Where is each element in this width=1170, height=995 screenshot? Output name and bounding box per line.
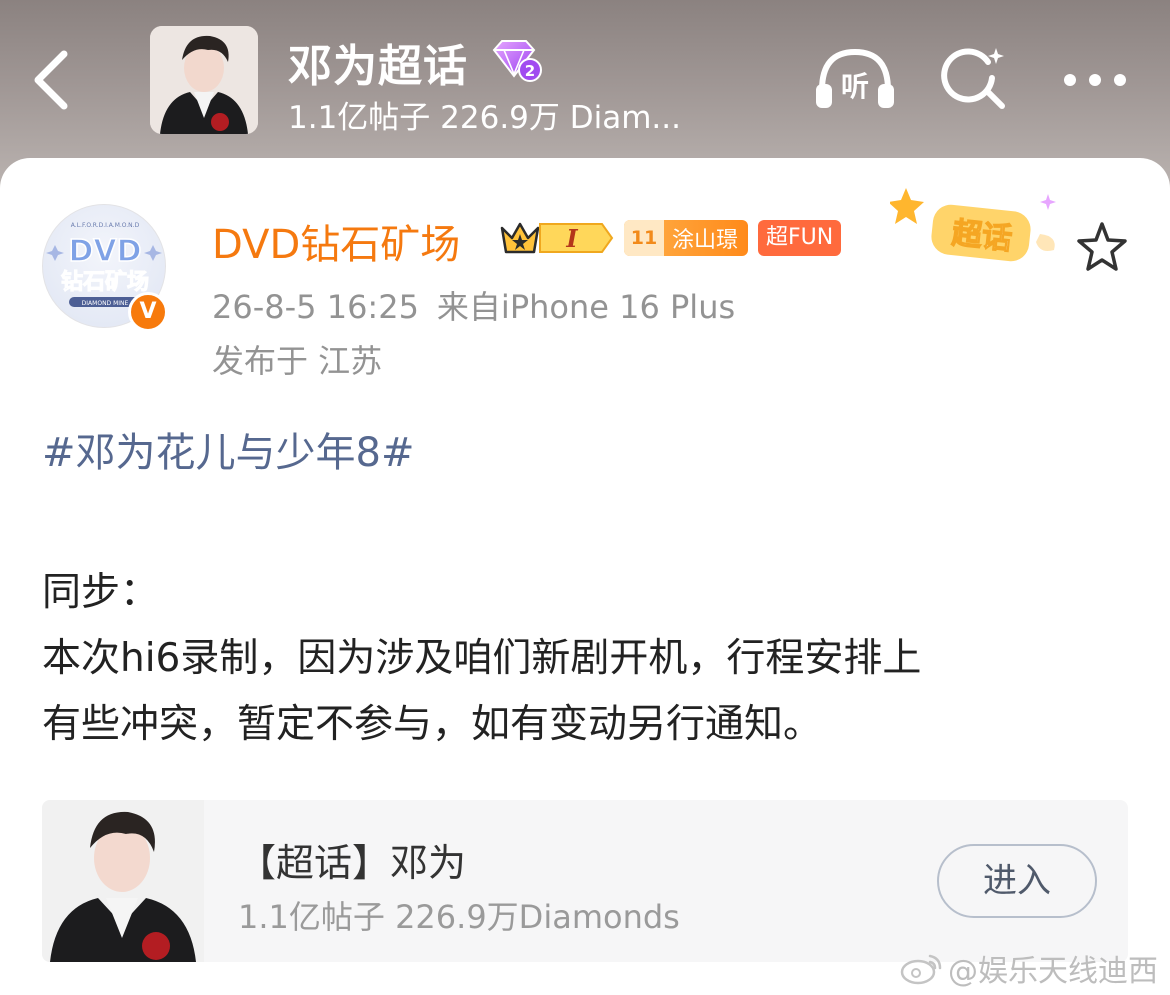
topic-card-title: 【超话】邓为 xyxy=(238,841,467,885)
topic-thumbnail xyxy=(42,800,204,962)
post-location: 发布于 江苏 xyxy=(212,342,383,380)
post-time: 26-8-5 16:25 xyxy=(212,288,419,326)
level-number: 2 xyxy=(525,62,535,80)
diamond-level-badge: 2 xyxy=(490,38,542,82)
watermark-text: @娱乐天线迪西 xyxy=(948,954,1158,989)
diamond-icon: 2 xyxy=(492,40,542,82)
topic-link-card[interactable]: 【超话】邓为 1.1亿帖子 226.9万Diamonds 进入 xyxy=(42,800,1128,962)
crown-level-badge[interactable]: I xyxy=(496,218,614,258)
post-source: 来自iPhone 16 Plus xyxy=(436,288,736,326)
search-icon xyxy=(941,48,1005,109)
topic-title: 邓为超话 xyxy=(288,41,468,92)
chaohua-sticker-text: 超话 xyxy=(950,216,1013,257)
crown-level-text: I xyxy=(565,224,578,253)
post-card: A.L.F.O.R.D.I.A.M.O.N.D DVD 钻石矿场 DIAMOND… xyxy=(0,158,1170,995)
hashtag-link[interactable]: #邓为花儿与少年8# xyxy=(42,420,414,478)
fans-badge[interactable]: 11 涂山璟 xyxy=(624,220,749,256)
listen-label: 听 xyxy=(841,70,869,103)
svg-text:钻石矿场: 钻石矿场 xyxy=(61,269,149,295)
author-avatar[interactable]: A.L.F.O.R.D.I.A.M.O.N.D DVD 钻石矿场 DIAMOND… xyxy=(42,204,170,332)
back-button[interactable] xyxy=(26,48,82,112)
star-icon xyxy=(1077,222,1127,271)
weibo-logo-icon xyxy=(900,954,942,985)
search-button[interactable] xyxy=(940,44,1010,114)
fun-badge[interactable]: 超FUN xyxy=(758,220,842,256)
fans-name: 涂山璟 xyxy=(672,228,739,253)
topic-stats: 1.1亿帖子 226.9万 Diam... xyxy=(288,100,681,136)
favorite-button[interactable] xyxy=(1074,220,1130,274)
more-dots-icon xyxy=(1064,74,1126,86)
page: 邓为超话 2 1.1亿帖子 226.9万 Diam... 听 A.L.F.O.R… xyxy=(0,0,1170,995)
headphones-icon: 听 xyxy=(816,48,894,108)
listen-button[interactable]: 听 xyxy=(814,46,896,112)
portrait-image xyxy=(42,800,204,962)
verified-badge: V xyxy=(128,292,168,332)
watermark: @娱乐天线迪西 xyxy=(900,946,1158,990)
svg-text:A.L.F.O.R.D.I.A.M.O.N.D: A.L.F.O.R.D.I.A.M.O.N.D xyxy=(71,222,140,229)
post-body: 同步： 本次hi6录制，因为涉及咱们新剧开机，行程安排上 有些冲突，暂定不参与，… xyxy=(42,560,1137,758)
svg-text:DIAMOND MINE: DIAMOND MINE xyxy=(82,300,129,307)
body-line: 有些冲突，暂定不参与，如有变动另行通知。 xyxy=(42,702,823,747)
body-line: 同步： xyxy=(42,570,160,615)
more-button[interactable] xyxy=(1060,60,1130,100)
fans-level: 11 xyxy=(624,220,664,256)
body-line: 本次hi6录制，因为涉及咱们新剧开机，行程安排上 xyxy=(42,636,922,681)
portrait-image xyxy=(150,26,258,134)
chevron-left-icon xyxy=(34,50,68,110)
topic-card-stats: 1.1亿帖子 226.9万Diamonds xyxy=(238,898,680,936)
chaohua-sticker: 超话 xyxy=(890,188,1056,262)
author-name[interactable]: DVD钻石矿场 xyxy=(212,212,460,270)
topic-cover-image[interactable] xyxy=(150,26,258,134)
user-badges: I 11 涂山璟 超FUN xyxy=(496,218,842,258)
enter-topic-button[interactable]: 进入 xyxy=(937,844,1097,918)
post-meta: 26-8-5 16:25 来自iPhone 16 Plus xyxy=(212,282,735,328)
svg-text:DVD: DVD xyxy=(68,234,141,269)
